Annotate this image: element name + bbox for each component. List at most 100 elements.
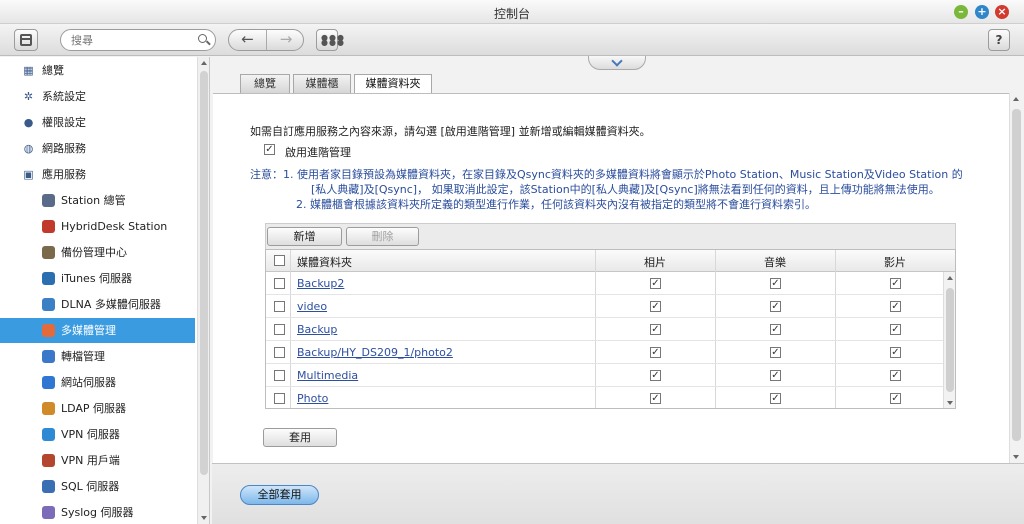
select-all-checkbox[interactable]	[274, 255, 285, 266]
video-checkbox[interactable]: ✓	[890, 278, 901, 289]
intro-text: 如需自訂應用服務之內容來源，請勾選 [啟用進階管理] 並新增或編輯媒體資料夾。	[250, 125, 651, 138]
apps-button[interactable]: ●●● ●●●	[316, 29, 344, 51]
close-icon[interactable]: ×	[995, 5, 1009, 19]
row-select-checkbox[interactable]	[274, 278, 285, 289]
home-button[interactable]	[14, 29, 38, 51]
sidebar-item-label: 網路服務	[42, 142, 86, 155]
sidebar-item[interactable]: Station 總管	[0, 188, 195, 213]
sidebar-item[interactable]: ● 權限設定	[0, 110, 195, 135]
apply-all-button[interactable]: 全部套用	[240, 485, 319, 505]
sidebar-item[interactable]: LDAP 伺服器	[0, 396, 195, 421]
sidebar-scroll-thumb[interactable]	[200, 71, 208, 475]
photo-checkbox[interactable]: ✓	[650, 324, 661, 335]
row-select-checkbox[interactable]	[274, 324, 285, 335]
sidebar-item[interactable]: 備份管理中心	[0, 240, 195, 265]
music-checkbox[interactable]: ✓	[770, 301, 781, 312]
back-button[interactable]: ←	[229, 30, 267, 50]
folder-name-link[interactable]: Multimedia	[297, 369, 358, 382]
advanced-management-checkbox[interactable]: ✓	[264, 144, 275, 155]
delete-button[interactable]: 刪除	[346, 227, 419, 246]
forward-button[interactable]: →	[267, 30, 303, 50]
collapse-header-button[interactable]	[588, 55, 646, 70]
search-input[interactable]	[71, 33, 191, 47]
video-checkbox[interactable]: ✓	[890, 370, 901, 381]
scroll-down-icon[interactable]	[1013, 455, 1019, 459]
apply-button[interactable]: 套用	[263, 428, 337, 447]
tab-overview[interactable]: 總覽	[240, 74, 290, 93]
music-checkbox[interactable]: ✓	[770, 324, 781, 335]
table-row[interactable]: Multimedia ✓ ✓ ✓	[266, 364, 943, 387]
tab-media-folder[interactable]: 媒體資料夾	[354, 74, 432, 93]
row-select-checkbox[interactable]	[274, 347, 285, 358]
sidebar-item[interactable]: VPN 伺服器	[0, 422, 195, 447]
sidebar-item[interactable]: Syslog 伺服器	[0, 500, 195, 524]
table-scroll-thumb[interactable]	[946, 288, 954, 392]
table-row[interactable]: Photo ✓ ✓ ✓	[266, 387, 943, 408]
row-select-checkbox[interactable]	[274, 370, 285, 381]
sidebar-item[interactable]: VPN 用戶端	[0, 448, 195, 473]
scroll-up-icon[interactable]	[947, 276, 953, 280]
sidebar-item-label: 系統設定	[42, 90, 86, 103]
music-checkbox[interactable]: ✓	[770, 347, 781, 358]
sidebar-item[interactable]: 網站伺服器	[0, 370, 195, 395]
scroll-down-icon[interactable]	[201, 516, 207, 520]
photo-checkbox[interactable]: ✓	[650, 347, 661, 358]
video-checkbox[interactable]: ✓	[890, 324, 901, 335]
music-checkbox[interactable]: ✓	[770, 393, 781, 404]
music-checkbox[interactable]: ✓	[770, 370, 781, 381]
maximize-icon[interactable]: +	[975, 5, 989, 19]
scroll-down-icon[interactable]	[947, 401, 953, 405]
vpn-server-icon	[42, 428, 55, 441]
sidebar-item-label: SQL 伺服器	[61, 480, 120, 493]
header-photo: 相片	[644, 256, 666, 269]
sidebar-item[interactable]: iTunes 伺服器	[0, 266, 195, 291]
sidebar-item[interactable]: HybridDesk Station	[0, 214, 195, 239]
minimize-icon[interactable]: –	[954, 5, 968, 19]
folder-name-link[interactable]: Backup/HY_DS209_1/photo2	[297, 346, 453, 359]
window-title: 控制台	[493, 7, 530, 21]
content-scrollbar[interactable]	[1009, 93, 1023, 463]
toolbar: ← → ●●●●●● ?	[0, 24, 1024, 56]
photo-checkbox[interactable]: ✓	[650, 278, 661, 289]
sidebar-item[interactable]: DLNA 多媒體伺服器	[0, 292, 195, 317]
chevron-down-icon	[611, 55, 623, 67]
video-checkbox[interactable]: ✓	[890, 347, 901, 358]
photo-checkbox[interactable]: ✓	[650, 393, 661, 404]
scroll-up-icon[interactable]	[1013, 97, 1019, 101]
folder-name-link[interactable]: video	[297, 300, 327, 313]
transcode-icon	[42, 350, 55, 363]
content-scroll-thumb[interactable]	[1012, 109, 1021, 441]
sidebar-scrollbar[interactable]	[197, 57, 209, 524]
sidebar-item[interactable]: ▣ 應用服務	[0, 162, 195, 187]
row-select-checkbox[interactable]	[274, 393, 285, 404]
table-row[interactable]: Backup/HY_DS209_1/photo2 ✓ ✓ ✓	[266, 341, 943, 364]
folder-name-link[interactable]: Photo	[297, 392, 328, 405]
video-checkbox[interactable]: ✓	[890, 393, 901, 404]
advanced-management-label: 啟用進階管理	[285, 146, 351, 159]
row-select-checkbox[interactable]	[274, 301, 285, 312]
scroll-up-icon[interactable]	[201, 61, 207, 65]
sidebar-item[interactable]: 多媒體管理	[0, 318, 195, 343]
table-row[interactable]: video ✓ ✓ ✓	[266, 295, 943, 318]
sidebar-item[interactable]: ✲ 系統設定	[0, 84, 195, 109]
search-icon[interactable]	[198, 34, 207, 43]
add-button[interactable]: 新增	[267, 227, 342, 246]
apps-grid-icon: ●●● ●●●	[321, 33, 345, 47]
folder-name-link[interactable]: Backup2	[297, 277, 344, 290]
sidebar-item[interactable]: SQL 伺服器	[0, 474, 195, 499]
table-row[interactable]: Backup ✓ ✓ ✓	[266, 318, 943, 341]
sidebar-item-label: Syslog 伺服器	[61, 506, 134, 519]
tab-media-library[interactable]: 媒體櫃	[293, 74, 351, 93]
sidebar-item[interactable]: 轉檔管理	[0, 344, 195, 369]
photo-checkbox[interactable]: ✓	[650, 301, 661, 312]
table-row[interactable]: Backup2 ✓ ✓ ✓	[266, 272, 943, 295]
help-button[interactable]: ?	[988, 29, 1010, 51]
photo-checkbox[interactable]: ✓	[650, 370, 661, 381]
music-checkbox[interactable]: ✓	[770, 278, 781, 289]
folder-name-link[interactable]: Backup	[297, 323, 337, 336]
sidebar-item[interactable]: ▦ 總覽	[0, 58, 195, 83]
dlna-icon	[42, 298, 55, 311]
sidebar-item[interactable]: ◍ 網路服務	[0, 136, 195, 161]
video-checkbox[interactable]: ✓	[890, 301, 901, 312]
table-scrollbar[interactable]	[943, 272, 955, 408]
